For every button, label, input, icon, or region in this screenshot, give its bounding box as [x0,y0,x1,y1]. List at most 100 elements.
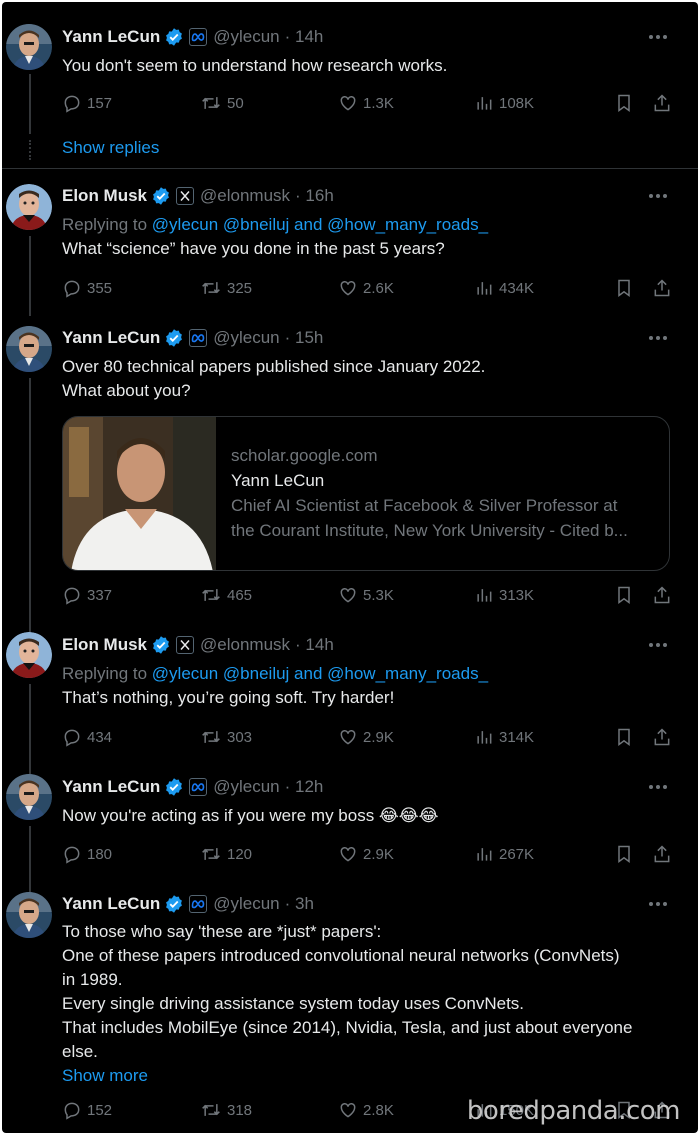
bookmark-button[interactable] [614,842,639,866]
tweet-text-line: To those who say 'these are *just* paper… [62,922,382,941]
reply-button[interactable]: 152 [62,1098,112,1122]
views-button[interactable]: 434K [474,276,534,300]
timestamp[interactable]: · 3h [285,894,314,914]
retweet-count: 120 [227,845,253,863]
retweet-button[interactable]: 325 [200,276,252,300]
tweet[interactable]: Elon Musk @elonmusk · 16h Replying to @y… [2,170,698,316]
retweet-button[interactable]: 465 [200,583,252,607]
like-button[interactable]: 2.9K [338,725,394,749]
share-button[interactable] [652,276,677,300]
like-count: 2.9K [363,845,394,863]
reply-button[interactable]: 337 [62,583,112,607]
tweet-text: Over 80 technical papers published since… [62,355,674,403]
avatar[interactable] [6,184,52,230]
bookmark-button[interactable] [614,725,639,749]
share-icon [654,94,670,112]
x-affiliation-icon[interactable] [176,636,195,654]
x-affiliation-icon[interactable] [176,187,195,205]
tweet-text: Replying to @ylecun @bneiluj and @how_ma… [62,213,674,261]
avatar[interactable] [6,774,52,820]
tweet-text-line: That includes MobilEye (since 2014), Nvi… [62,1018,633,1037]
avatar[interactable] [6,632,52,678]
replying-to-handles[interactable]: @ylecun @bneiluj and @how_many_roads_ [152,215,488,234]
more-icon[interactable] [648,193,668,199]
handle[interactable]: @elonmusk [200,186,290,206]
avatar[interactable] [6,24,52,70]
timestamp[interactable]: · 14h [295,635,334,655]
view-count: 314K [499,728,535,746]
retweet-button[interactable]: 318 [200,1098,252,1122]
retweet-button[interactable]: 50 [200,91,244,115]
views-button[interactable]: 313K [474,583,534,607]
display-name[interactable]: Elon Musk [62,635,147,655]
bookmark-icon [618,94,630,112]
views-button[interactable]: 267K [474,842,534,866]
tweet-header: Elon Musk @elonmusk · 14h [62,633,334,657]
avatar[interactable] [6,892,52,938]
more-icon[interactable] [648,335,668,341]
replying-to-handles[interactable]: @ylecun @bneiluj and @how_many_roads_ [152,664,488,683]
views-button[interactable]: 108K [474,91,534,115]
more-icon[interactable] [648,642,668,648]
share-button[interactable] [652,842,677,866]
share-button[interactable] [652,91,677,115]
like-button[interactable]: 5.3K [338,583,394,607]
replying-to: Replying to @ylecun @bneiluj and @how_ma… [62,213,674,237]
reply-button[interactable]: 355 [62,276,112,300]
handle[interactable]: @ylecun [213,894,279,914]
timestamp[interactable]: · 12h [285,777,324,797]
more-icon[interactable] [648,901,668,907]
show-more-link[interactable]: Show more [62,1064,682,1088]
retweet-button[interactable]: 120 [200,842,252,866]
handle[interactable]: @ylecun [213,27,279,47]
show-replies-link[interactable]: Show replies [62,138,159,158]
more-icon[interactable] [648,34,668,40]
handle[interactable]: @ylecun [213,777,279,797]
like-icon [340,280,356,296]
share-icon [654,279,670,297]
views-button[interactable]: 314K [474,725,534,749]
bookmark-icon [618,279,630,297]
reply-button[interactable]: 434 [62,725,112,749]
reply-count: 152 [87,1101,113,1119]
display-name[interactable]: Elon Musk [62,186,147,206]
meta-affiliation-icon[interactable] [189,28,208,46]
bookmark-button[interactable] [614,91,639,115]
display-name[interactable]: Yann LeCun [62,27,160,47]
share-icon [654,586,670,604]
bookmark-button[interactable] [614,583,639,607]
tweet[interactable]: Yann LeCun @ylecun · 12h Now you're acti… [2,762,698,892]
more-icon[interactable] [648,784,668,790]
display-name[interactable]: Yann LeCun [62,894,160,914]
like-count: 5.3K [363,586,394,604]
share-button[interactable] [652,725,677,749]
retweet-count: 465 [227,586,253,604]
bookmark-button[interactable] [614,276,639,300]
meta-affiliation-icon[interactable] [189,895,208,913]
timestamp[interactable]: · 16h [295,186,334,206]
avatar[interactable] [6,326,52,372]
thread-line [29,378,31,634]
tweet-text-line: Now you're acting as if you were my boss… [62,806,439,825]
like-button[interactable]: 2.9K [338,842,394,866]
reply-button[interactable]: 157 [62,91,112,115]
display-name[interactable]: Yann LeCun [62,777,160,797]
like-button[interactable]: 2.6K [338,276,394,300]
reply-button[interactable]: 180 [62,842,112,866]
timestamp[interactable]: · 15h [285,328,324,348]
share-button[interactable] [652,583,677,607]
link-preview-card[interactable]: scholar.google.com Yann LeCun Chief AI S… [62,416,670,571]
tweet[interactable]: Yann LeCun @ylecun · 14h You don't seem … [2,2,698,170]
like-button[interactable]: 1.3K [338,91,394,115]
tweet[interactable]: Yann LeCun @ylecun · 15h Over 80 technic… [2,312,698,634]
handle[interactable]: @elonmusk [200,635,290,655]
retweet-button[interactable]: 303 [200,725,252,749]
like-button[interactable]: 2.8K [338,1098,394,1122]
timestamp[interactable]: · 14h [285,27,324,47]
meta-affiliation-icon[interactable] [189,329,208,347]
display-name[interactable]: Yann LeCun [62,328,160,348]
handle[interactable]: @ylecun [213,328,279,348]
meta-affiliation-icon[interactable] [189,778,208,796]
verified-badge-icon [166,778,183,796]
tweet[interactable]: Elon Musk @elonmusk · 14h Replying to @y… [2,620,698,774]
